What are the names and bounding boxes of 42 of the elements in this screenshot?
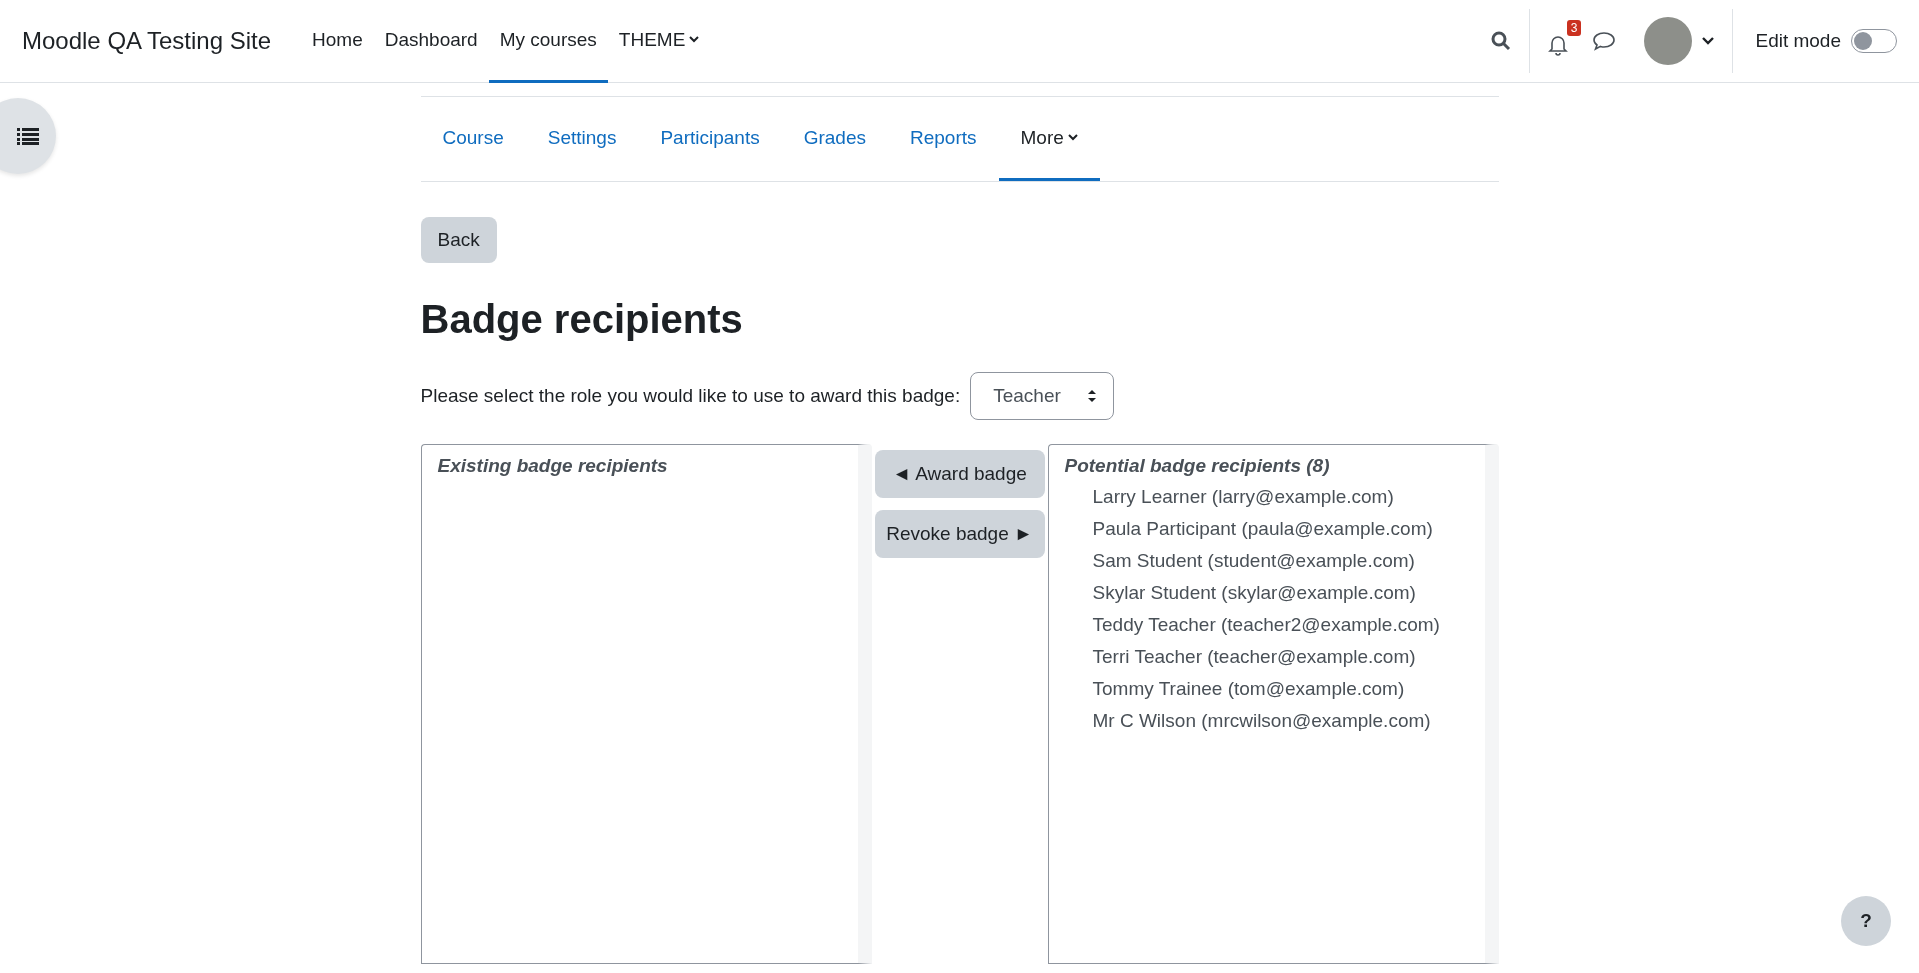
sort-arrows-icon [1086, 388, 1097, 404]
speech-bubble-icon [1592, 31, 1617, 51]
recipient-option[interactable]: Terri Teacher (teacher@example.com) [1064, 641, 1469, 673]
recipient-option[interactable]: Paula Participant (paula@example.com) [1064, 513, 1469, 545]
secondary-nav-tab[interactable]: Grades [781, 97, 888, 181]
caret-icon [1702, 37, 1715, 45]
back-button[interactable]: Back [420, 217, 497, 263]
recipient-option[interactable]: Tommy Trainee (tom@example.com) [1064, 673, 1469, 705]
secondary-nav-tab[interactable]: More [998, 97, 1100, 181]
group-label: Existing badge recipients [437, 455, 669, 477]
recipients-listbox[interactable]: Existing badge recipients [420, 444, 872, 964]
page-heading: Badge recipients [420, 297, 744, 342]
help-button[interactable]: ? [1841, 896, 1891, 946]
caret-icon [1067, 134, 1078, 141]
secondary-nav-tab[interactable]: Participants [638, 97, 782, 181]
secondary-nav-tab[interactable]: Course [420, 97, 526, 181]
caret-icon [689, 36, 700, 43]
role-select[interactable]: Teacher [970, 372, 1114, 420]
recipient-option[interactable]: Teddy Teacher (teacher2@example.com) [1064, 609, 1469, 641]
course-index-button[interactable] [0, 98, 56, 174]
secondary-nav-tab[interactable]: Settings [525, 97, 639, 181]
nav-link[interactable]: Dashboard [373, 0, 489, 83]
list-icon [17, 127, 39, 145]
revoke-badge-button[interactable]: Revoke badge ► [874, 510, 1045, 558]
search-icon [1491, 31, 1512, 51]
recipients-listbox[interactable] [1047, 444, 1499, 964]
notifications-button[interactable]: 3 [1538, 20, 1583, 62]
group-label: Potential badge recipients (8) [1064, 455, 1331, 477]
nav-link[interactable]: My courses [488, 0, 608, 83]
recipient-option[interactable]: Larry Learner (larry@example.com) [1064, 481, 1469, 513]
recipient-option[interactable]: Skylar Student (skylar@example.com) [1064, 577, 1469, 609]
nav-link[interactable]: THEME [607, 0, 711, 83]
secondary-nav-tab[interactable]: Reports [888, 97, 999, 181]
edit-mode-label: Edit mode [1755, 30, 1841, 52]
bell-icon [1548, 34, 1569, 56]
role-prompt: Please select the role you would like to use to award this badge: [420, 385, 961, 407]
nav-link[interactable]: Home [301, 0, 374, 83]
recipient-option[interactable]: Sam Student (student@example.com) [1064, 545, 1469, 577]
site-name[interactable]: Moodle QA Testing Site [22, 27, 272, 55]
recipient-option[interactable]: Mr C Wilson (mrcwilson@example.com) [1064, 705, 1469, 737]
award-badge-button[interactable]: ◄ Award badge [874, 450, 1045, 498]
notification-count: 3 [1566, 20, 1582, 36]
